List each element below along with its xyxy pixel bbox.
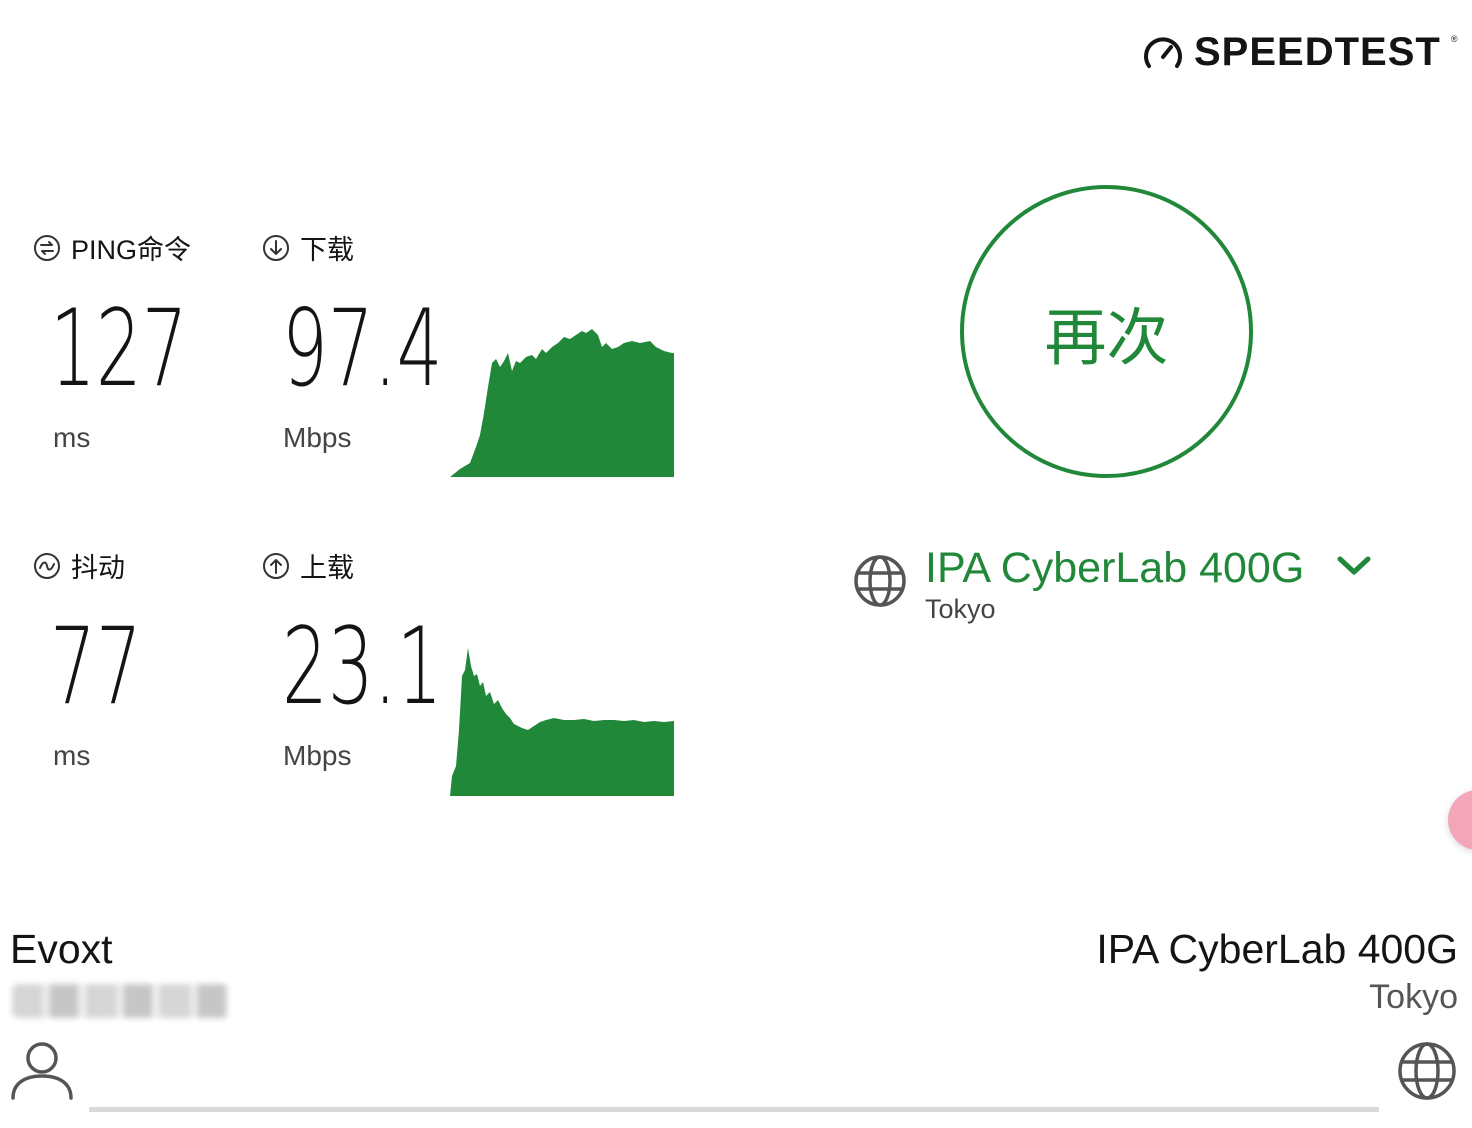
jitter-label: 抖动 bbox=[71, 553, 125, 583]
upload-sparkline bbox=[450, 648, 674, 796]
globe-icon bbox=[854, 555, 906, 607]
download-sparkline bbox=[450, 329, 674, 477]
logo-text: SPEEDTEST bbox=[1194, 30, 1441, 74]
server-city: Tokyo bbox=[925, 594, 996, 624]
server-info: IPA CyberLab 400G Tokyo bbox=[925, 544, 1304, 625]
isp-ip-redacted bbox=[12, 984, 228, 1018]
host-name: IPA CyberLab 400G bbox=[1096, 926, 1458, 972]
go-again-button[interactable]: 再次 bbox=[960, 185, 1253, 478]
ping-unit: ms bbox=[53, 422, 91, 453]
ping-value: 127 bbox=[50, 287, 188, 410]
jitter-label-row: 抖动 bbox=[33, 546, 125, 585]
ping-label-row: PING命令 bbox=[33, 228, 191, 267]
ping-icon bbox=[34, 234, 60, 261]
floating-assistant-button[interactable] bbox=[1448, 790, 1472, 850]
jitter-value: 77 bbox=[50, 605, 142, 728]
server-name: IPA CyberLab 400G bbox=[925, 544, 1305, 592]
host-city: Tokyo bbox=[1369, 978, 1458, 1016]
speedometer-icon bbox=[1144, 36, 1182, 68]
jitter-unit: ms bbox=[53, 740, 91, 771]
download-label: 下载 bbox=[300, 235, 354, 265]
upload-sparkline-area bbox=[450, 648, 674, 796]
upload-value: 23.1 bbox=[282, 605, 443, 728]
upload-unit: Mbps bbox=[283, 740, 352, 771]
host-globe-icon[interactable] bbox=[1396, 1040, 1458, 1102]
isp-name: Evoxt bbox=[10, 926, 113, 972]
ping-label: PING命令 bbox=[71, 235, 192, 265]
download-unit: Mbps bbox=[283, 422, 352, 453]
speedtest-logo[interactable]: SPEEDTEST ® bbox=[1142, 30, 1457, 75]
jitter-wave-icon bbox=[34, 552, 60, 579]
server-selector[interactable]: IPA CyberLab 400G Tokyo bbox=[853, 544, 1372, 625]
upload-label-row: 上载 bbox=[262, 546, 354, 585]
footer-divider bbox=[89, 1107, 1379, 1112]
logo-trademark: ® bbox=[1450, 34, 1458, 44]
go-again-label: 再次 bbox=[1044, 303, 1169, 373]
download-value: 97.4 bbox=[282, 287, 443, 410]
upload-arrow-icon bbox=[263, 552, 289, 579]
chevron-down-icon[interactable] bbox=[1336, 554, 1372, 578]
download-arrow-icon bbox=[263, 234, 289, 261]
download-sparkline-area bbox=[450, 329, 674, 477]
user-icon[interactable] bbox=[10, 1040, 74, 1102]
download-label-row: 下载 bbox=[262, 228, 354, 267]
upload-label: 上载 bbox=[300, 553, 354, 583]
